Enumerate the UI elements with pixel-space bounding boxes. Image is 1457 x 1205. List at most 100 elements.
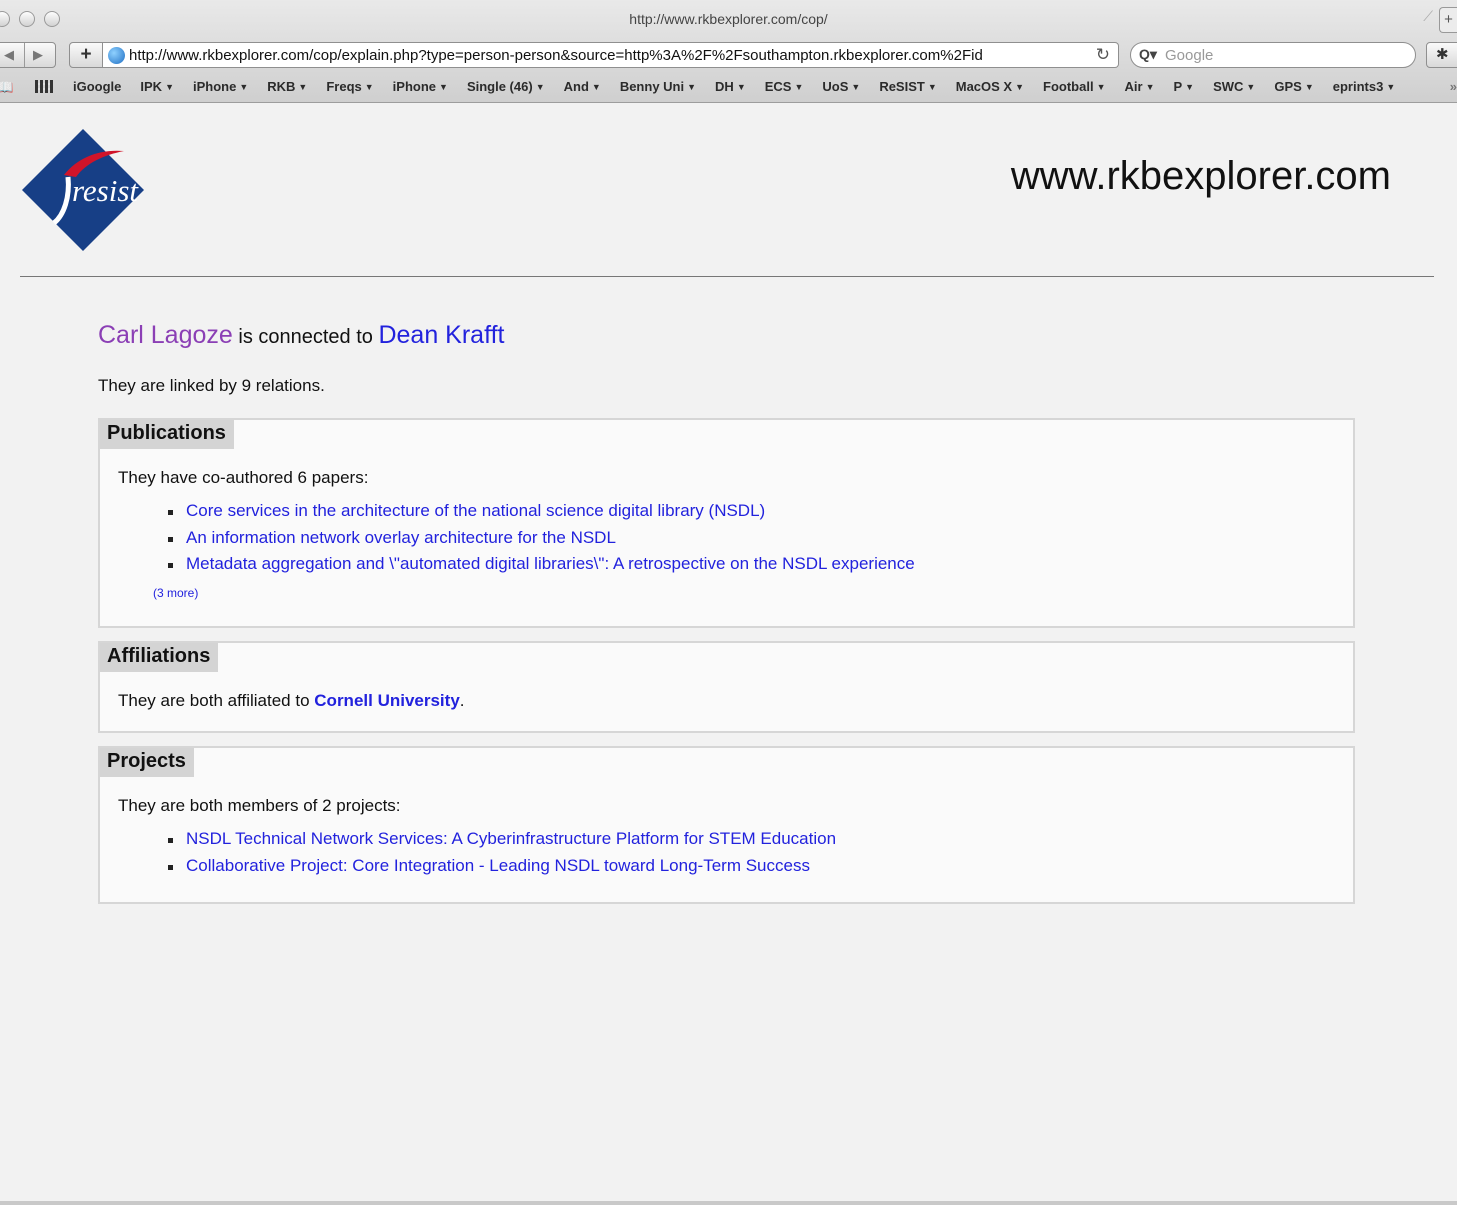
bookmark-item[interactable]: RKB ▼ bbox=[267, 79, 307, 94]
bookmark-label: DH bbox=[715, 79, 734, 94]
bookmark-item[interactable]: iPhone ▼ bbox=[393, 79, 448, 94]
bookmark-item[interactable]: Air ▼ bbox=[1125, 79, 1155, 94]
dropdown-arrow-icon: ▼ bbox=[1246, 82, 1256, 92]
search-input[interactable] bbox=[1165, 46, 1405, 64]
url-text[interactable]: http://www.rkbexplorer.com/cop/explain.p… bbox=[129, 47, 983, 64]
bookmark-item[interactable]: iPhone ▼ bbox=[193, 79, 248, 94]
header-divider bbox=[20, 276, 1434, 277]
projects-panel: Projects They are both members of 2 proj… bbox=[98, 746, 1355, 904]
back-arrow-icon[interactable]: ◀ bbox=[4, 47, 14, 63]
dropdown-arrow-icon: ▼ bbox=[794, 82, 804, 92]
add-bookmark-button[interactable]: + bbox=[69, 42, 103, 68]
dropdown-arrow-icon: ▼ bbox=[535, 82, 545, 92]
bookmark-item[interactable]: eprints3 ▼ bbox=[1333, 79, 1396, 94]
bookmark-item[interactable]: ECS ▼ bbox=[765, 79, 804, 94]
bookmark-label: Benny Uni bbox=[619, 79, 685, 94]
paper-link[interactable]: Core services in the architecture of the… bbox=[186, 501, 765, 520]
project-list: NSDL Technical Network Services: A Cyber… bbox=[167, 829, 836, 882]
window-bottom-edge bbox=[0, 1201, 1457, 1205]
bookmark-item[interactable]: Football ▼ bbox=[1043, 79, 1105, 94]
title-bar: http://www.rkbexplorer.com/cop/ ⟋ + bbox=[0, 0, 1457, 38]
bookmark-label: ECS bbox=[764, 79, 792, 94]
dropdown-arrow-icon: ▼ bbox=[1386, 82, 1396, 92]
bookmark-item[interactable]: DH ▼ bbox=[715, 79, 746, 94]
bookmark-item[interactable]: iGoogle bbox=[73, 79, 121, 94]
bookmark-label: SWC bbox=[1213, 79, 1244, 94]
bookmark-label: iPhone bbox=[392, 79, 437, 94]
bookmark-label: And bbox=[563, 79, 589, 94]
bookmark-item[interactable]: Benny Uni ▼ bbox=[620, 79, 696, 94]
affiliations-panel: Affiliations They are both affiliated to… bbox=[98, 641, 1355, 733]
bookmark-item[interactable]: SWC ▼ bbox=[1213, 79, 1255, 94]
resize-grip-icon: ⟋ bbox=[1423, 8, 1433, 24]
bookmark-item[interactable]: P ▼ bbox=[1173, 79, 1194, 94]
bookmark-item[interactable]: Freqs ▼ bbox=[326, 79, 373, 94]
address-bar[interactable]: http://www.rkbexplorer.com/cop/explain.p… bbox=[103, 42, 1119, 68]
projects-intro: They are both members of 2 projects: bbox=[118, 796, 401, 815]
paper-link[interactable]: An information network overlay architect… bbox=[186, 528, 616, 547]
bug-report-button[interactable]: ✱ bbox=[1426, 42, 1457, 68]
more-papers-link[interactable]: (3 more) bbox=[153, 586, 198, 600]
dropdown-arrow-icon: ▼ bbox=[591, 82, 601, 92]
bookmark-label: P bbox=[1173, 79, 1183, 94]
projects-heading: Projects bbox=[100, 748, 194, 777]
publications-panel: Publications They have co-authored 6 pap… bbox=[98, 418, 1355, 628]
project-link[interactable]: Collaborative Project: Core Integration … bbox=[186, 856, 810, 875]
affiliation-prefix: They are both affiliated to bbox=[118, 691, 310, 710]
new-tab-button[interactable]: + bbox=[1439, 7, 1457, 33]
relations-summary: They are linked by 9 relations. bbox=[98, 376, 325, 395]
paper-list: Core services in the architecture of the… bbox=[168, 501, 915, 581]
bookmark-label: Single (46) bbox=[466, 79, 533, 94]
bookmark-item[interactable]: ReSIST ▼ bbox=[879, 79, 936, 94]
top-sites-grid-icon[interactable] bbox=[35, 80, 53, 93]
bookmark-item[interactable]: MacOS X ▼ bbox=[956, 79, 1024, 94]
dropdown-arrow-icon: ▼ bbox=[1185, 82, 1195, 92]
bookmark-label: iGoogle bbox=[73, 79, 122, 94]
bookmarks-bar: 📖 iGoogle IPK ▼ iPhone ▼ RKB ▼ Freqs ▼ iPhone ▼ Sin… bbox=[0, 75, 1457, 99]
affiliation-org-link[interactable]: Cornell University bbox=[314, 691, 460, 710]
bookmark-item[interactable]: GPS ▼ bbox=[1274, 79, 1313, 94]
globe-icon bbox=[108, 47, 125, 64]
dropdown-arrow-icon: ▼ bbox=[1304, 82, 1314, 92]
bookmark-list: iGoogle IPK ▼ iPhone ▼ RKB ▼ Freqs ▼ iPhone ▼ Singl… bbox=[73, 79, 1414, 94]
connection-headline: Carl Lagoze is connected to Dean Krafft bbox=[98, 321, 504, 350]
search-icon[interactable]: Q▾ bbox=[1139, 46, 1157, 63]
bookmark-label: MacOS X bbox=[955, 79, 1013, 94]
bookmark-item[interactable]: Single (46) ▼ bbox=[467, 79, 545, 94]
book-icon[interactable]: 📖 bbox=[0, 79, 13, 96]
bookmark-item[interactable]: UoS ▼ bbox=[822, 79, 860, 94]
project-link[interactable]: NSDL Technical Network Services: A Cyber… bbox=[186, 829, 836, 848]
dropdown-arrow-icon: ▼ bbox=[439, 82, 448, 92]
bookmark-label: ReSIST bbox=[879, 79, 925, 94]
paper-link[interactable]: Metadata aggregation and \"automated dig… bbox=[186, 554, 915, 573]
person2-link[interactable]: Dean Krafft bbox=[378, 321, 504, 349]
affiliation-suffix: . bbox=[459, 691, 465, 710]
person1-link[interactable]: Carl Lagoze bbox=[98, 321, 233, 349]
dropdown-arrow-icon: ▼ bbox=[1015, 82, 1025, 92]
list-item: Core services in the architecture of the… bbox=[168, 501, 915, 528]
back-forward-group: ◀ ▶ bbox=[0, 42, 56, 68]
reload-icon[interactable]: ↻ bbox=[1091, 45, 1110, 65]
search-field: Q▾ bbox=[1130, 42, 1416, 68]
bookmark-label: eprints3 bbox=[1332, 79, 1384, 94]
dropdown-arrow-icon: ▼ bbox=[239, 82, 249, 92]
publications-intro: They have co-authored 6 papers: bbox=[118, 468, 369, 487]
dropdown-arrow-icon: ▼ bbox=[927, 82, 937, 92]
bookmark-label: Air bbox=[1124, 79, 1143, 94]
dropdown-arrow-icon: ▼ bbox=[1145, 82, 1155, 92]
list-item: Metadata aggregation and \"automated dig… bbox=[168, 554, 915, 581]
site-title: www.rkbexplorer.com bbox=[1010, 154, 1391, 198]
dropdown-arrow-icon: ▼ bbox=[364, 82, 374, 92]
dropdown-arrow-icon: ▼ bbox=[298, 82, 308, 92]
forward-arrow-icon[interactable]: ▶ bbox=[33, 47, 43, 63]
more-bookmarks-chevron-icon[interactable]: » bbox=[1450, 79, 1457, 94]
browser-chrome: http://www.rkbexplorer.com/cop/ ⟋ + ◀ ▶ … bbox=[0, 0, 1457, 103]
logo-text: resist bbox=[72, 173, 139, 208]
bookmark-label: GPS bbox=[1274, 79, 1302, 94]
bookmark-label: IPK bbox=[140, 79, 163, 94]
dropdown-arrow-icon: ▼ bbox=[687, 82, 697, 92]
bookmark-item[interactable]: IPK ▼ bbox=[140, 79, 174, 94]
bookmark-label: Football bbox=[1043, 79, 1094, 94]
affiliations-heading: Affiliations bbox=[100, 643, 219, 672]
bookmark-item[interactable]: And ▼ bbox=[564, 79, 601, 94]
